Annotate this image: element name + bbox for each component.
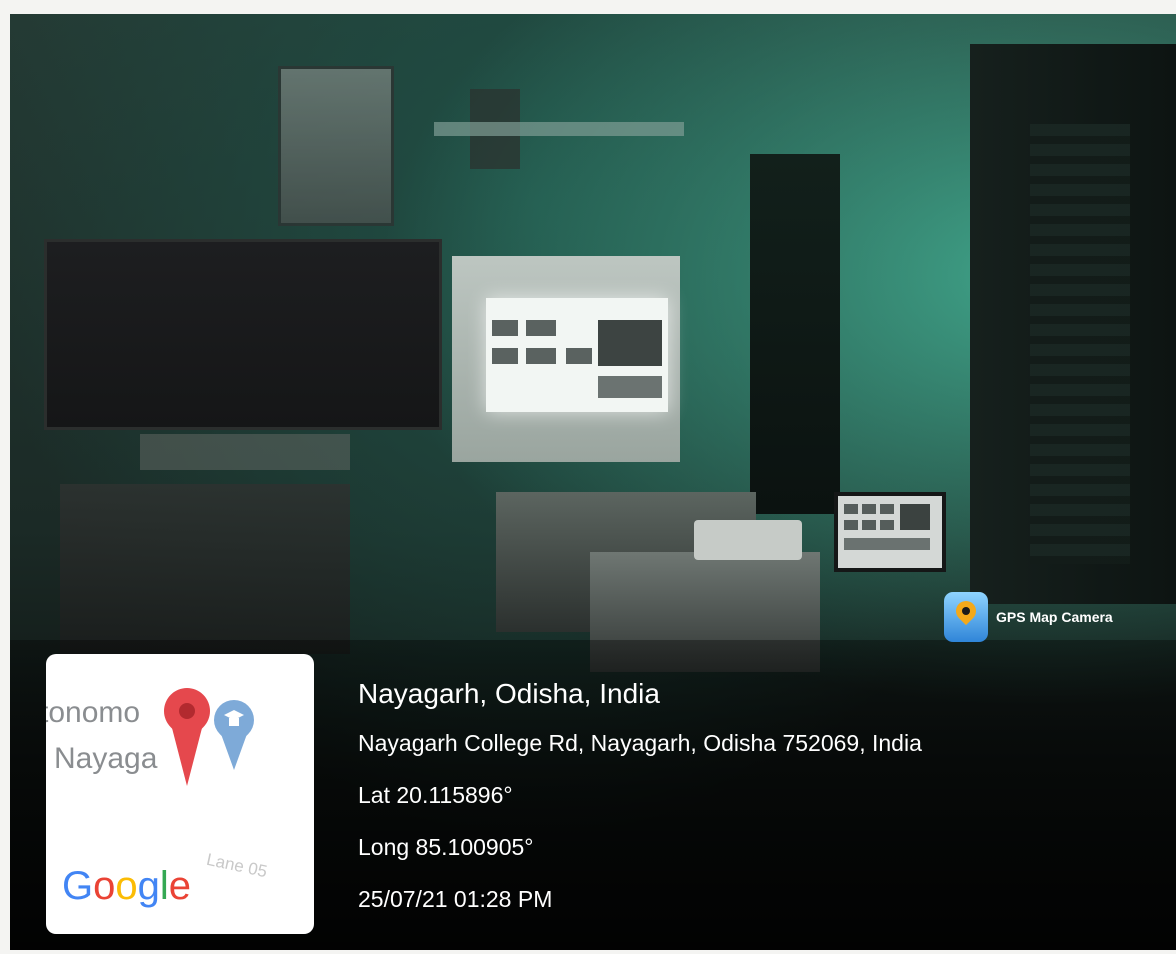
projector bbox=[694, 520, 802, 560]
map-label-2: Nayaga bbox=[54, 742, 158, 775]
laptop bbox=[834, 492, 946, 572]
google-letter: o bbox=[115, 864, 138, 908]
map-pin-app-icon bbox=[944, 592, 988, 642]
bench bbox=[140, 434, 350, 470]
google-letter: l bbox=[159, 864, 169, 908]
blackboard bbox=[44, 239, 442, 430]
window bbox=[1030, 124, 1130, 564]
map-road-label: Lane 05 bbox=[204, 849, 269, 882]
google-letter: o bbox=[93, 864, 116, 908]
google-letter: G bbox=[62, 864, 94, 908]
google-letter: e bbox=[168, 864, 192, 908]
map-label-1: tonomo bbox=[46, 696, 141, 729]
wall-shelf bbox=[434, 122, 684, 136]
timestamp: 25/07/21 01:28 PM bbox=[358, 886, 553, 912]
longitude-readout: Long 85.100905° bbox=[358, 834, 534, 860]
place-name: Nayagarh, Odisha, India bbox=[358, 678, 660, 709]
wall-portrait bbox=[278, 66, 394, 226]
blue-pin-tail bbox=[221, 734, 247, 770]
google-logo: Google bbox=[62, 864, 191, 909]
projected-image bbox=[486, 298, 668, 412]
gps-map-camera-badge: GPS Map Camera bbox=[944, 592, 1113, 642]
street-address: Nayagarh College Rd, Nayagarh, Odisha 75… bbox=[358, 730, 922, 756]
graduation-cap-base bbox=[229, 718, 239, 726]
student-tables bbox=[60, 484, 350, 654]
red-pin-center bbox=[179, 703, 195, 719]
map-thumbnail: tonomo Nayaga Lane 05 Google bbox=[46, 654, 314, 934]
doorway bbox=[750, 154, 840, 514]
latitude-readout: Lat 20.115896° bbox=[358, 782, 513, 808]
google-letter: g bbox=[137, 864, 160, 908]
gps-badge-label: GPS Map Camera bbox=[996, 609, 1113, 625]
